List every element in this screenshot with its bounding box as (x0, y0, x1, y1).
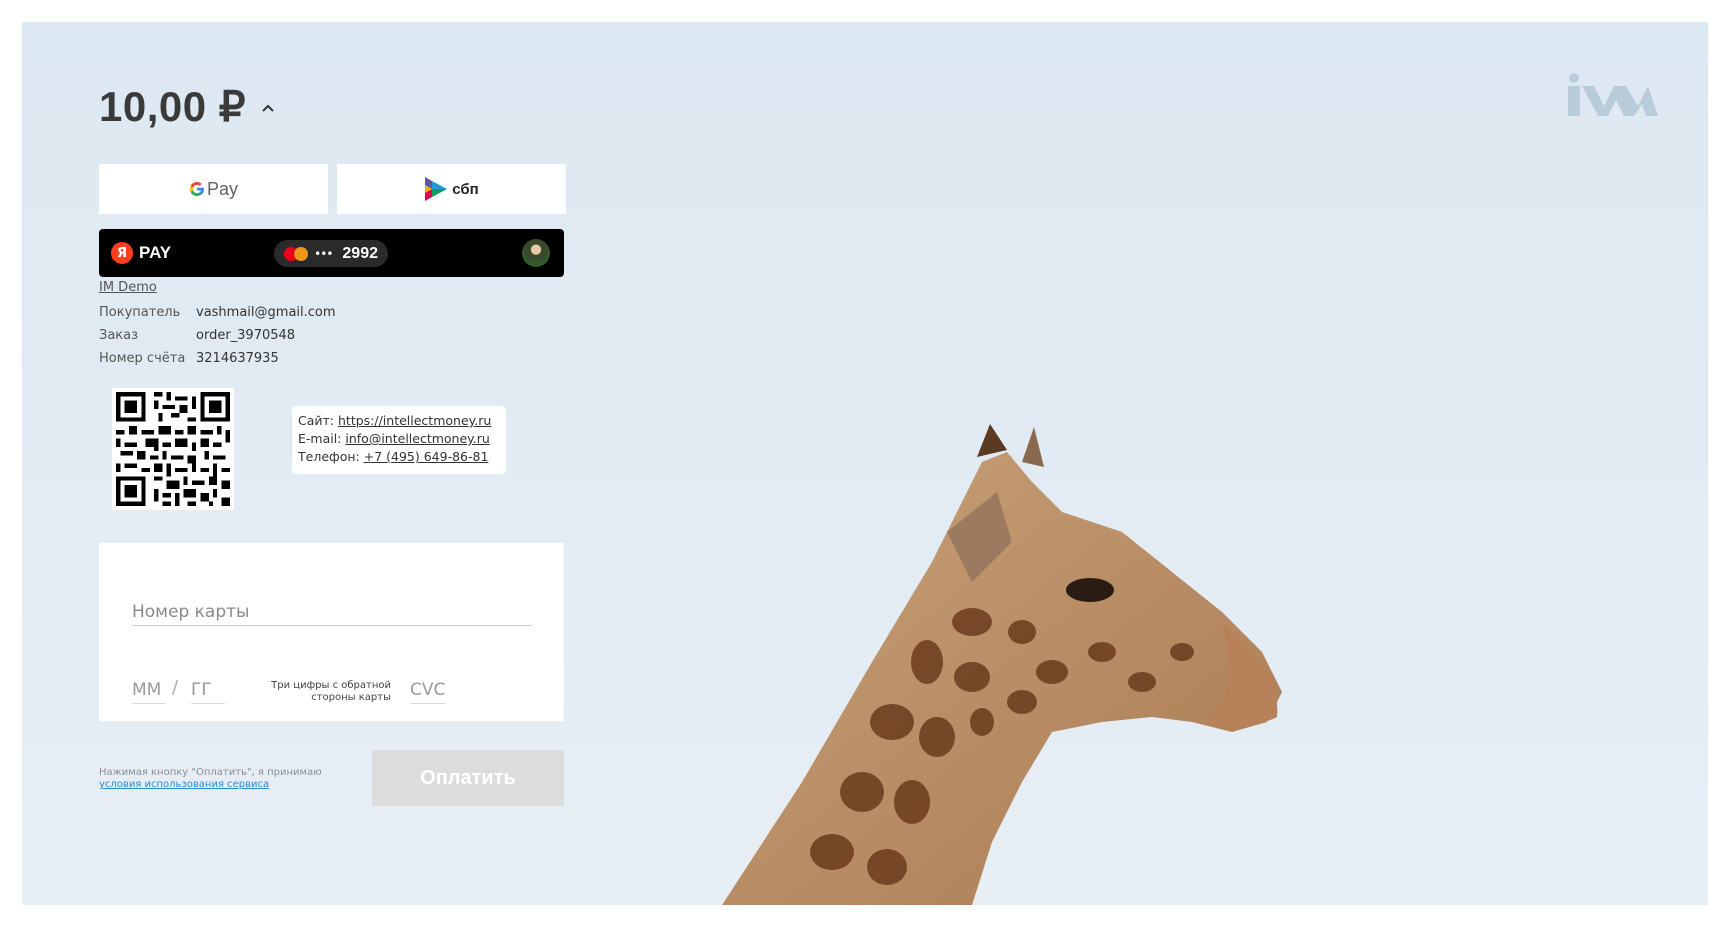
phone-link[interactable]: +7 (495) 649-86-81 (364, 449, 489, 464)
contact-site-row: Сайт: https://intellectmoney.ru (298, 412, 500, 430)
yandex-pay-brand: Я PAY (111, 242, 171, 264)
info-row-buyer: Покупатель vashmail@gmail.com (99, 301, 336, 324)
cvc-hint: Три цифры с обратной стороны карты (271, 680, 391, 703)
expiry-month-input[interactable] (132, 676, 166, 704)
expiry-year-input[interactable] (191, 676, 225, 704)
invoice-value: 3214637935 (196, 351, 279, 366)
buyer-label: Покупатель (99, 305, 181, 320)
saved-card-pill: ••• 2992 (274, 240, 388, 267)
email-label: E-mail: (298, 431, 342, 446)
yandex-pay-button[interactable]: Я PAY ••• 2992 (99, 229, 564, 277)
payment-amount: 10,00 ₽ (99, 83, 246, 130)
user-avatar (522, 239, 550, 267)
google-pay-button[interactable]: Pay (99, 164, 328, 214)
contact-phone-row: Телефон: +7 (495) 649-86-81 (298, 448, 500, 466)
google-pay-label: Pay (206, 178, 239, 199)
contact-email-row: E-mail: info@intellectmoney.ru (298, 430, 500, 448)
qr-code (112, 388, 234, 510)
email-link[interactable]: info@intellectmoney.ru (345, 431, 489, 446)
cvc-input[interactable] (410, 676, 446, 704)
terms-notice: Нажимая кнопку "Оплатить", я принимаю ус… (99, 767, 322, 791)
order-info: IM Demo Покупатель vashmail@gmail.com За… (99, 280, 336, 370)
sbp-logo-icon (425, 177, 448, 201)
terms-text: Нажимая кнопку "Оплатить", я принимаю (99, 767, 322, 778)
order-label: Заказ (99, 328, 139, 343)
chevron-up-icon[interactable] (260, 101, 276, 117)
yandex-logo-icon: Я (111, 242, 133, 264)
yandex-pay-label: PAY (139, 243, 172, 262)
sbp-button[interactable]: сбп (337, 164, 566, 214)
phone-label: Телефон: (298, 449, 360, 464)
info-row-invoice: Номер счёта 3214637935 (99, 347, 336, 370)
intellectmoney-logo (1568, 73, 1658, 116)
card-form: / Три цифры с обратной стороны карты (99, 543, 564, 721)
merchant-contacts: Сайт: https://intellectmoney.ru E-mail: … (292, 406, 506, 474)
mastercard-icon (284, 246, 308, 261)
amount-row: 10,00 ₽ (99, 82, 276, 131)
merchant-link[interactable]: IM Demo (99, 280, 336, 295)
invoice-label: Номер счёта (99, 351, 186, 366)
payment-page: 10,00 ₽ Pay сбп Я PAY ••• 2992 IM Demo П… (22, 22, 1708, 905)
info-row-order: Заказ order_3970548 (99, 324, 336, 347)
quick-pay-row: Pay сбп (99, 164, 566, 214)
sbp-label: сбп (452, 180, 479, 198)
google-g-icon (189, 182, 204, 196)
masked-card-dots: ••• (314, 246, 333, 261)
order-value: order_3970548 (196, 328, 296, 343)
terms-link[interactable]: условия использования сервиса (99, 779, 322, 791)
expiry-separator: / (172, 677, 179, 698)
giraffe-illustration (722, 424, 1282, 905)
site-link[interactable]: https://intellectmoney.ru (338, 413, 491, 428)
buyer-value: vashmail@gmail.com (196, 305, 336, 320)
card-number-input[interactable] (132, 598, 532, 626)
card-last-four: 2992 (342, 244, 378, 262)
site-label: Сайт: (298, 413, 335, 428)
pay-button[interactable]: Оплатить (372, 750, 564, 806)
